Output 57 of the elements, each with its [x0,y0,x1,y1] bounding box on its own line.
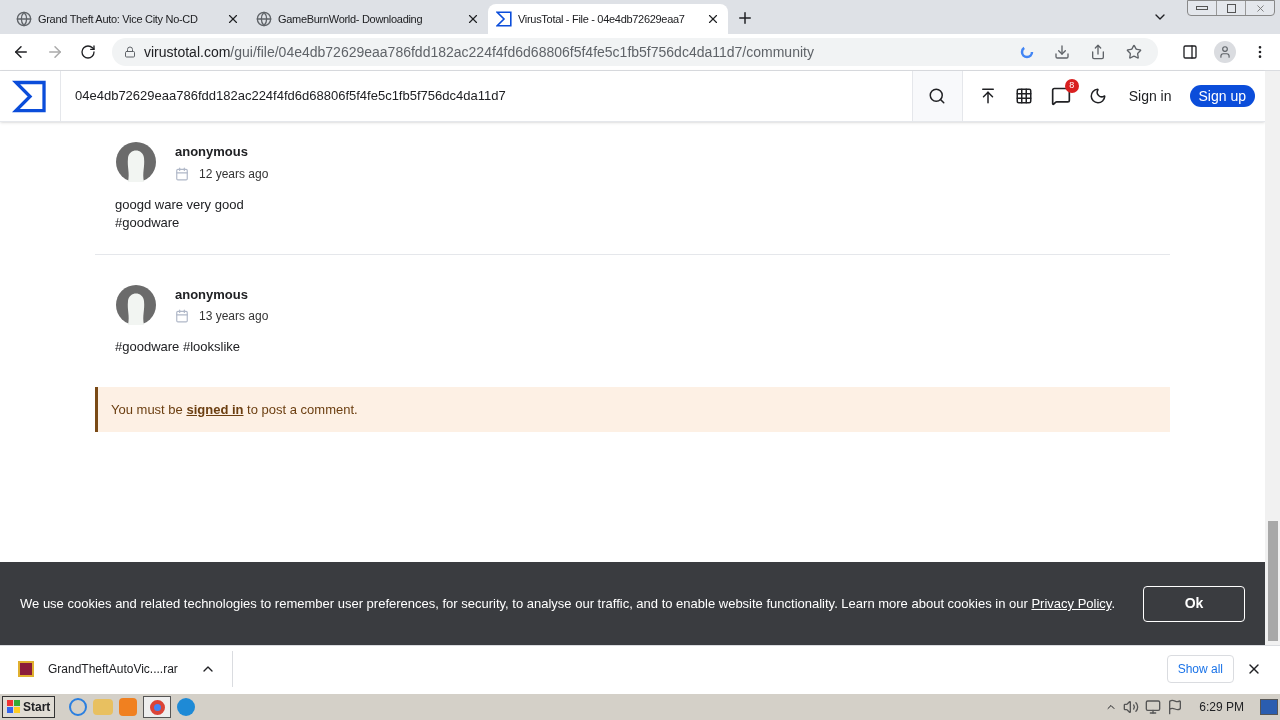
comment-author: anonymous [175,143,249,161]
start-button[interactable]: Start [2,696,56,718]
back-icon[interactable] [12,43,30,61]
lock-icon [124,46,136,58]
comment-time: 13 years ago [199,308,269,325]
globe-icon [256,11,272,27]
calendar-icon [175,309,189,323]
avatar-icon [115,142,157,182]
globe-icon [16,11,32,27]
scrollbar[interactable] [1265,71,1280,645]
avatar-icon [115,284,157,325]
side-panel-icon[interactable] [1182,44,1198,60]
close-icon[interactable] [226,12,240,26]
comment-author: anonymous [175,285,249,304]
profile-icon[interactable] [1214,41,1236,63]
comment-text: #goodware #lookslike [115,338,242,356]
share-icon[interactable] [1090,44,1106,60]
network-icon[interactable] [1145,699,1162,715]
show-all-button[interactable]: Show all [1166,655,1234,683]
download-file-name[interactable]: GrandTheftAutoVic....rar [48,660,178,678]
comment-time: 12 years ago [199,165,269,183]
sign-up-button[interactable]: Sign up [1189,85,1255,107]
flag-icon[interactable] [1167,699,1184,715]
comment-text: googd ware very good [115,195,245,214]
tab-title: GameBurnWorld- Downloading [278,11,424,27]
url-text: virustotal.com/gui/file/04e4db72629eaa786fdd182ac224f4fd6d68806f5f4fe5c1fb5f756dc4da11d7/community [144,42,815,62]
windows-logo-icon [7,700,21,714]
ok-button[interactable]: Ok [1143,585,1245,622]
notification-badge: 8 [1064,79,1079,93]
cookie-text: We use cookies and related technologies to remember user preferences, for security, to analyse our traffic, and to enable website functionality. Learn more about cookies in our Privacy Policy. [20,595,1116,613]
calendar-icon [175,166,189,181]
address-bar[interactable]: virustotal.com/gui/file/04e4db72629eaa786fdd182ac224f4fd6d68806f5f4fe5c1fb5f756dc4da11d7/community [112,38,1158,66]
browser-tab[interactable]: GameBurnWorld- Downloading [248,4,488,34]
tab-title: Grand Theft Auto: Vice City No-CD [38,11,199,27]
browser-tab[interactable]: VirusTotal - File - 04e4db72629eaa7 [488,4,728,34]
archive-icon [18,661,34,677]
apps-grid-icon[interactable] [1014,87,1033,105]
install-icon[interactable] [1054,44,1070,60]
moon-icon[interactable] [1088,87,1107,105]
search-field[interactable]: 04e4db72629eaa786fdd182ac224f4fd6d68806f5f4fe5c1fb5f756dc4da11d7 [61,71,912,121]
search-icon[interactable] [911,71,963,121]
notice-text: You must be signed in to post a comment. [111,400,358,419]
sign-in-link[interactable]: signed in [186,401,244,417]
close-icon[interactable] [706,12,720,26]
new-tab-icon[interactable] [736,9,754,27]
chat-icon[interactable] [1050,86,1071,106]
tab-title: VirusTotal - File - 04e4db72629eaa7 [518,11,686,27]
comment-text: #goodware [115,213,181,232]
browser-tab[interactable]: Grand Theft Auto: Vice City No-CD [8,4,248,34]
sigma-logo-icon [12,79,48,113]
volume-icon[interactable] [1123,699,1140,715]
reload-icon[interactable] [80,44,96,60]
sign-in-link[interactable]: Sign in [1128,85,1172,107]
close-icon[interactable] [466,12,480,26]
bookmark-star-icon[interactable] [1126,44,1142,60]
clock-time: 6:29 PM [1199,699,1244,716]
sigma-logo-icon [496,11,512,27]
